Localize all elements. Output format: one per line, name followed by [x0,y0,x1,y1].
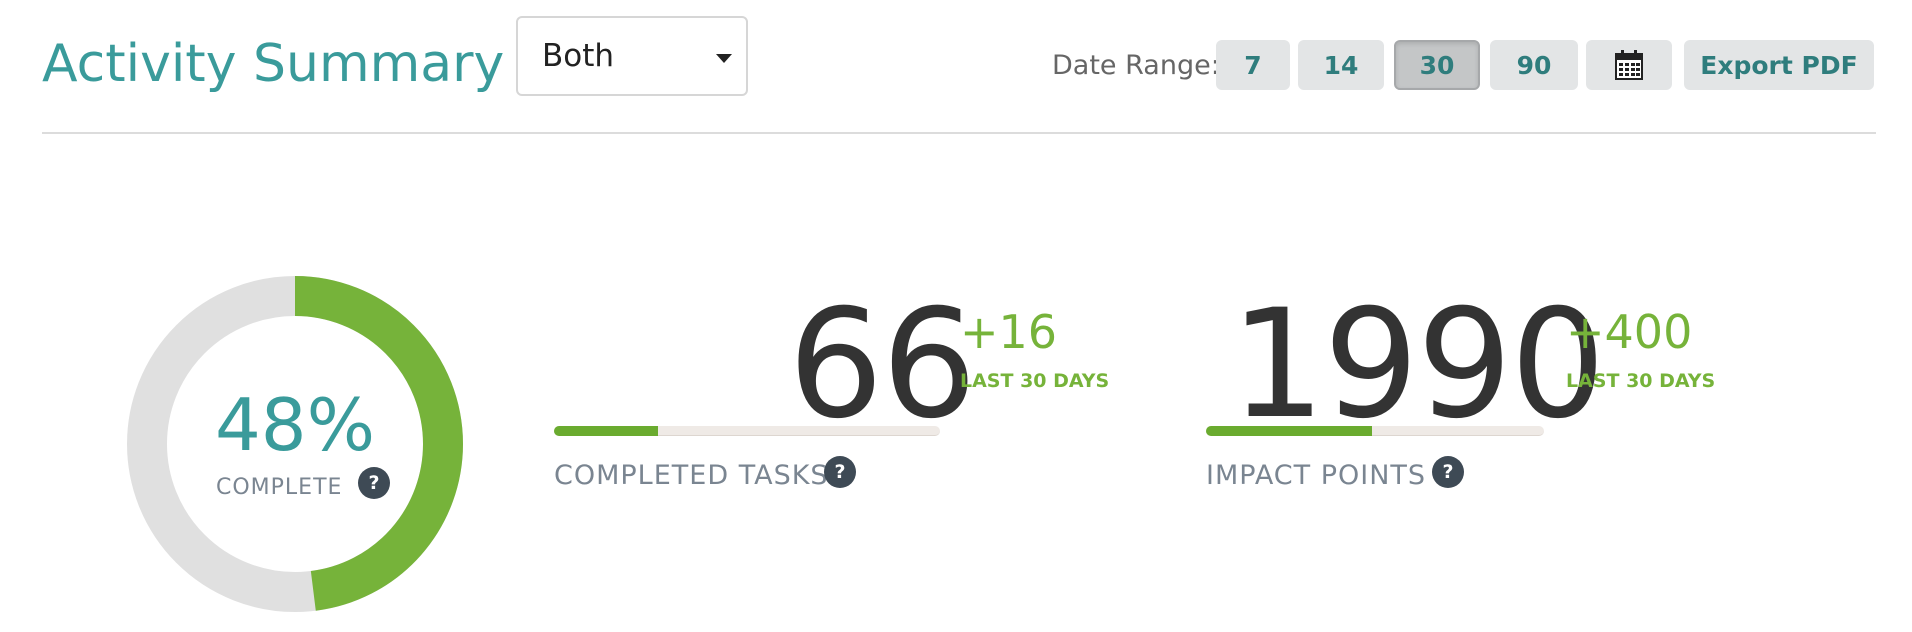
impact-points-progress-bar [1206,426,1544,436]
header-divider [42,132,1876,134]
filter-select[interactable]: Both [516,16,748,96]
impact-points-progress-fill [1206,426,1372,436]
completed-tasks-period: LAST 30 DAYS [960,370,1110,392]
completed-tasks-value: 66 [788,278,977,452]
impact-points-period: LAST 30 DAYS [1566,370,1716,392]
completion-donut: 48% COMPLETE ? [126,275,464,613]
export-pdf-button[interactable]: Export PDF [1684,40,1874,90]
completed-tasks-delta: +16 [960,305,1058,359]
filter-select-value: Both [542,38,615,74]
completion-percent: 48% [214,383,376,467]
page-title: Activity Summary [42,34,505,94]
range-90-button[interactable]: 90 [1490,40,1578,90]
completed-tasks-label: COMPLETED TASKS [554,460,829,491]
help-icon[interactable]: ? [358,467,390,499]
range-7-button[interactable]: 7 [1216,40,1290,90]
impact-points-delta: +400 [1566,305,1693,359]
completed-tasks-progress-fill [554,426,659,436]
date-range-label: Date Range: [1052,50,1220,81]
caret-down-icon [716,54,732,63]
impact-points-label: IMPACT POINTS [1206,460,1427,491]
help-icon[interactable]: ? [824,456,856,488]
calendar-button[interactable] [1586,40,1672,90]
impact-points-value: 1990 [1230,278,1606,452]
help-icon[interactable]: ? [1432,456,1464,488]
calendar-icon [1615,50,1643,80]
range-14-button[interactable]: 14 [1298,40,1384,90]
completion-label: COMPLETE [216,475,343,500]
activity-summary-page: Activity Summary Both Date Range: 7 14 3… [0,0,1912,632]
completed-tasks-progress-bar [554,426,940,436]
range-30-button[interactable]: 30 [1394,40,1480,90]
